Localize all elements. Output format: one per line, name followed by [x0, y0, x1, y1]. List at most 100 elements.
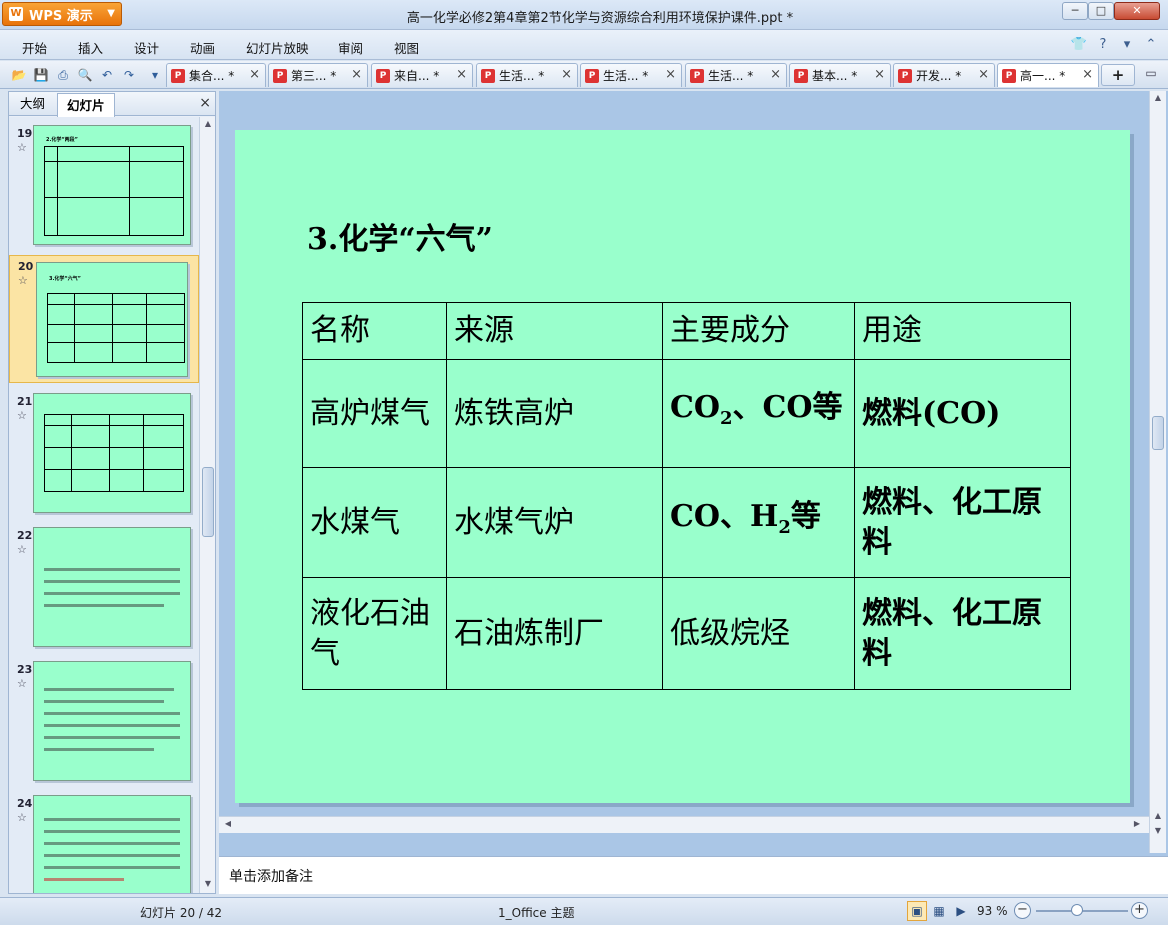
print-preview-icon[interactable]: 🔍 [76, 66, 94, 84]
scroll-up-icon[interactable]: ▲ [202, 119, 214, 131]
table-cell-source[interactable]: 水煤气炉 [446, 467, 663, 578]
table-cell-source[interactable]: 石油炼制厂 [446, 577, 663, 690]
table-cell-component[interactable]: 低级烷烃 [662, 577, 855, 690]
thumbnail-table-shape [44, 414, 184, 492]
redo-icon[interactable]: ↷ [120, 66, 138, 84]
scroll-thumb[interactable] [1152, 416, 1164, 450]
zoom-level[interactable]: 93 % [977, 904, 1008, 918]
table-header-cell[interactable]: 名称 [302, 302, 447, 360]
table-cell-component[interactable]: CO、H2等 [662, 467, 855, 578]
table-cell-use[interactable]: 燃料(CO) [854, 359, 1071, 468]
thumbnail-22[interactable]: 22 ☆ [9, 525, 199, 649]
close-icon[interactable]: × [199, 95, 211, 111]
new-tab-button[interactable]: + [1101, 64, 1135, 86]
scroll-right-icon[interactable]: ▶ [1131, 819, 1143, 831]
doc-tab-9-active[interactable]: P 高一... * × [997, 63, 1099, 87]
help-icon[interactable]: ? [1094, 36, 1112, 54]
thumbnail-scrollbar[interactable]: ▲ ▼ [199, 117, 215, 893]
menu-slideshow[interactable]: 幻灯片放映 [246, 38, 309, 57]
close-icon[interactable]: × [351, 67, 362, 82]
menu-design[interactable]: 设计 [134, 38, 159, 57]
slideshow-play-icon[interactable]: ▶ [951, 901, 971, 921]
table-cell-component[interactable]: CO2、CO等 [662, 359, 855, 468]
zoom-out-icon[interactable]: − [1014, 902, 1031, 919]
doc-tab-2[interactable]: P 第三... * × [268, 63, 368, 87]
open-folder-icon[interactable]: 📂 [10, 66, 28, 84]
component-text: 等 [790, 499, 821, 534]
table-header-cell[interactable]: 主要成分 [662, 302, 855, 360]
table-cell-use[interactable]: 燃料、化工原料 [854, 467, 1071, 578]
thumbnail-23[interactable]: 23 ☆ [9, 659, 199, 783]
thumbnail-21[interactable]: 21 ☆ [9, 391, 199, 515]
table-header-cell[interactable]: 来源 [446, 302, 663, 360]
doc-tab-1[interactable]: P 集合... * × [166, 63, 266, 87]
theme-name[interactable]: 1_Office 主题 [498, 904, 574, 921]
zoom-slider-handle[interactable] [1071, 904, 1083, 916]
slide-sorter-icon[interactable]: ▦ [929, 901, 949, 921]
ppt-file-icon: P [898, 68, 912, 83]
doc-tab-5[interactable]: P 生活... * × [580, 63, 682, 87]
zoom-in-icon[interactable]: + [1131, 902, 1148, 919]
close-icon[interactable]: × [770, 67, 781, 82]
doc-tab-label: 集合... * [189, 69, 235, 83]
thumbnail-24[interactable]: 24 ☆ [9, 793, 199, 893]
slide-title[interactable]: 3.化学“六气” [307, 214, 493, 258]
print-icon[interactable]: ⎙ [54, 66, 72, 84]
chevron-down-icon[interactable]: ▾ [1118, 36, 1136, 54]
close-icon[interactable]: × [874, 67, 885, 82]
maximize-button[interactable]: □ [1088, 2, 1114, 20]
save-icon[interactable]: 💾 [32, 66, 50, 84]
thumbnail-20[interactable]: 20 ☆ 3.化学“六气” [9, 255, 199, 383]
close-icon[interactable]: × [978, 67, 989, 82]
menu-insert[interactable]: 插入 [78, 38, 103, 57]
app-menu-button[interactable]: W WPS 演示 ▼ [2, 2, 122, 26]
horizontal-scrollbar[interactable]: ◀ ▶ [219, 816, 1149, 833]
prev-slide-icon[interactable]: ▲ [1152, 811, 1164, 823]
scroll-thumb[interactable] [202, 467, 214, 537]
doc-tab-7[interactable]: P 基本... * × [789, 63, 891, 87]
close-icon[interactable]: × [665, 67, 676, 82]
close-icon[interactable]: × [456, 67, 467, 82]
slide-preview [33, 795, 191, 893]
doc-tab-6[interactable]: P 生活... * × [685, 63, 787, 87]
close-icon[interactable]: × [249, 67, 260, 82]
table-header-cell[interactable]: 用途 [854, 302, 1071, 360]
scroll-down-icon[interactable]: ▼ [202, 879, 214, 891]
minimize-button[interactable]: ─ [1062, 2, 1088, 20]
menu-animation[interactable]: 动画 [190, 38, 215, 57]
shirt-skin-icon[interactable]: 👕 [1070, 36, 1088, 54]
table-cell-name[interactable]: 水煤气 [302, 467, 447, 578]
scroll-left-icon[interactable]: ◀ [222, 819, 234, 831]
notes-area[interactable]: 单击添加备注 [219, 856, 1168, 894]
doc-tab-4[interactable]: P 生活... * × [476, 63, 578, 87]
close-icon[interactable]: × [1082, 67, 1093, 82]
scroll-up-icon[interactable]: ▲ [1152, 93, 1164, 105]
customize-toolbar-icon[interactable]: ▾ [146, 66, 164, 84]
table-cell-name[interactable]: 液化石油气 [302, 577, 447, 690]
doc-tab-8[interactable]: P 开发... * × [893, 63, 995, 87]
close-button[interactable]: ✕ [1114, 2, 1160, 20]
table-cell-use[interactable]: 燃料、化工原料 [854, 577, 1071, 690]
thumbnail-19[interactable]: 19 ☆ 2.化学“两段” [9, 123, 199, 247]
slide-table[interactable]: 名称 来源 主要成分 用途 高炉煤气 炼铁高炉 CO2、CO等 燃料(CO) 水… [302, 302, 1071, 690]
restore-pane-icon[interactable]: ▭ [1141, 66, 1161, 84]
normal-view-icon[interactable]: ▣ [907, 901, 927, 921]
current-slide[interactable]: 3.化学“六气” 名称 来源 主要成分 用途 高炉煤气 炼铁高炉 CO2、CO等… [235, 130, 1130, 803]
ppt-file-icon: P [690, 68, 704, 83]
next-slide-icon[interactable]: ▼ [1152, 826, 1164, 838]
minimize-ribbon-icon[interactable]: ⌃ [1142, 36, 1160, 54]
menu-review[interactable]: 审阅 [338, 38, 363, 57]
tab-slides[interactable]: 幻灯片 [57, 93, 115, 117]
tab-outline[interactable]: 大纲 [11, 92, 54, 116]
table-cell-name[interactable]: 高炉煤气 [302, 359, 447, 468]
menu-view[interactable]: 视图 [394, 38, 419, 57]
undo-icon[interactable]: ↶ [98, 66, 116, 84]
vertical-scrollbar[interactable]: ▲ ▲ ▼ [1149, 91, 1166, 853]
thumbnail-table-shape [44, 146, 184, 236]
close-icon[interactable]: × [561, 67, 572, 82]
table-cell-source[interactable]: 炼铁高炉 [446, 359, 663, 468]
menu-home[interactable]: 开始 [22, 38, 47, 57]
animation-star-icon: ☆ [17, 409, 27, 422]
doc-tab-label: 开发... * [916, 69, 962, 83]
doc-tab-3[interactable]: P 来自... * × [371, 63, 473, 87]
